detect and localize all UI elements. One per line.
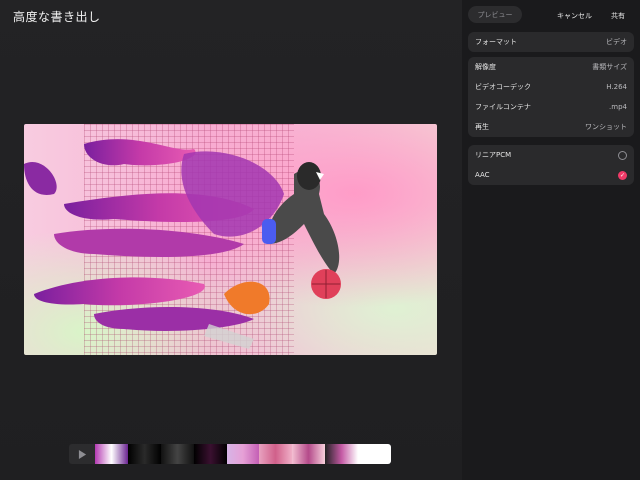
audio-option-linear-pcm[interactable]: リニアPCM: [468, 145, 634, 165]
codec-label: ビデオコーデック: [475, 83, 531, 91]
timeline-frame: [160, 444, 194, 464]
playback-label: 再生: [475, 123, 489, 131]
radio-unselected-icon[interactable]: [618, 150, 627, 160]
export-settings-panel: プレビュー キャンセル 共有 フォーマット ビデオ 解像度 書類サイズ ビデオコ…: [462, 0, 640, 480]
audio-settings-group: リニアPCM AAC ✓: [468, 145, 634, 185]
timeline-thumbnails: [95, 444, 391, 464]
share-button[interactable]: 共有: [611, 11, 625, 21]
cancel-button[interactable]: キャンセル: [557, 11, 592, 21]
resolution-label: 解像度: [475, 63, 496, 71]
check-icon[interactable]: ✓: [618, 170, 627, 180]
artwork-illustration: [24, 139, 341, 349]
container-row[interactable]: ファイルコンテナ .mp4: [468, 97, 634, 117]
format-label: フォーマット: [475, 38, 517, 46]
sidebar-toolbar: プレビュー キャンセル 共有: [462, 0, 640, 30]
timeline-frame: [95, 444, 128, 464]
resolution-row[interactable]: 解像度 書類サイズ: [468, 57, 634, 77]
timeline-scrubber[interactable]: [69, 444, 391, 464]
audio-option-aac[interactable]: AAC ✓: [468, 165, 634, 185]
format-row[interactable]: フォーマット ビデオ: [468, 32, 634, 52]
page-title: 高度な書き出し: [13, 10, 101, 24]
audio-option-label: AAC: [475, 171, 490, 179]
timeline-frame: [226, 444, 260, 464]
preview-button[interactable]: プレビュー: [468, 6, 522, 23]
format-group: フォーマット ビデオ: [468, 32, 634, 52]
timeline-frame: [259, 444, 293, 464]
timeline-frame: [292, 444, 326, 464]
codec-value: H.264: [606, 83, 627, 91]
video-settings-group: 解像度 書類サイズ ビデオコーデック H.264 ファイルコンテナ .mp4 再…: [468, 57, 634, 137]
timeline-frame: [127, 444, 161, 464]
audio-option-label: リニアPCM: [475, 151, 512, 159]
codec-row[interactable]: ビデオコーデック H.264: [468, 77, 634, 97]
container-value: .mp4: [609, 103, 627, 111]
playback-value: ワンショット: [585, 123, 627, 131]
container-label: ファイルコンテナ: [475, 103, 531, 111]
play-icon: [78, 449, 86, 459]
artwork-preview: [24, 124, 437, 355]
timeline-frame: [358, 444, 391, 464]
canvas-area: 高度な書き出し: [0, 0, 462, 480]
resolution-value: 書類サイズ: [592, 63, 627, 71]
playback-row[interactable]: 再生 ワンショット: [468, 117, 634, 137]
timeline-frame: [325, 444, 359, 464]
play-button[interactable]: [69, 444, 95, 464]
format-value: ビデオ: [606, 38, 627, 46]
timeline-frame: [193, 444, 227, 464]
